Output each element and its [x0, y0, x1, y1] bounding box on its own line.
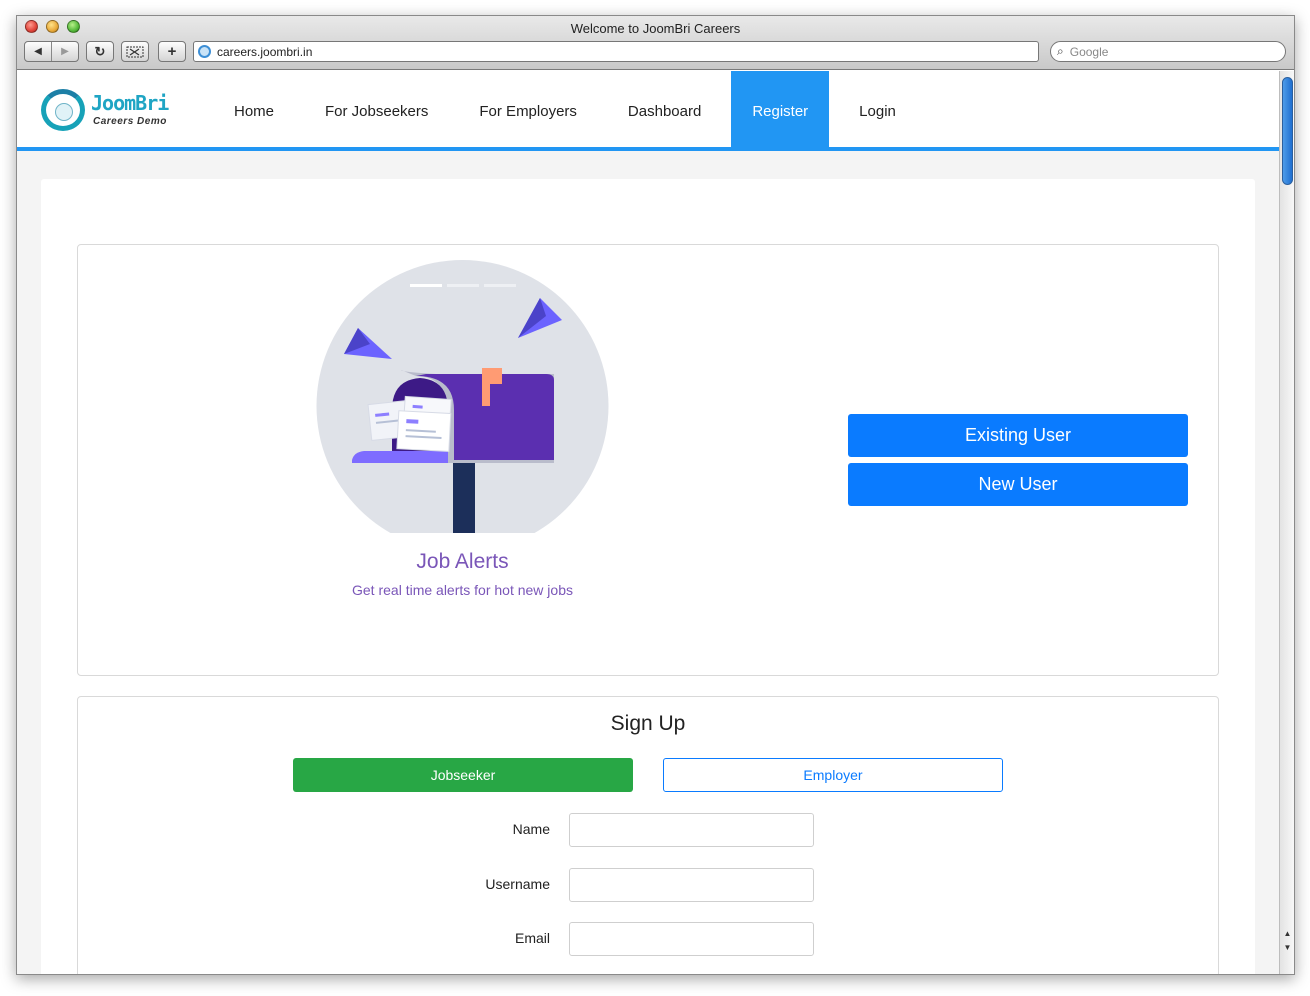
back-forward-buttons: ◀ ▶ — [24, 41, 79, 62]
address-bar[interactable]: careers.joombri.in — [193, 41, 1039, 62]
reload-button[interactable]: ↻ — [86, 41, 114, 62]
browser-window: Welcome to JoomBri Careers ◀ ▶ ↻ + caree… — [16, 15, 1295, 975]
menu-item-login[interactable]: Login — [838, 71, 917, 151]
employer-tab-button[interactable]: Employer — [663, 758, 1003, 792]
scrollbar-thumb[interactable] — [1282, 77, 1293, 185]
window-title: Welcome to JoomBri Careers — [570, 21, 741, 36]
back-arrow-icon[interactable]: ◀ — [25, 46, 51, 57]
email-row: Email — [78, 922, 1218, 956]
page-content: JoomBri Careers Demo Home For Jobseekers… — [17, 71, 1280, 974]
search-field[interactable]: ⌕ Google — [1050, 41, 1286, 62]
url-text: careers.joombri.in — [217, 44, 313, 59]
title-bar: Welcome to JoomBri Careers ◀ ▶ ↻ + caree… — [17, 16, 1294, 70]
logo-mark-icon — [41, 89, 85, 131]
search-placeholder: Google — [1069, 44, 1109, 59]
hero-title: Job Alerts — [416, 550, 509, 573]
scroll-up-arrow-icon[interactable]: ▲ — [1281, 927, 1294, 940]
menu-item-register[interactable]: Register — [731, 71, 830, 151]
name-label: Name — [512, 821, 550, 837]
name-input[interactable] — [569, 813, 814, 847]
globe-icon — [198, 45, 211, 58]
scissors-icon — [126, 46, 144, 57]
add-bookmark-button[interactable]: + — [158, 41, 186, 62]
username-input[interactable] — [569, 868, 814, 902]
existing-user-button[interactable]: Existing User — [848, 414, 1188, 457]
menu-item-for-employers[interactable]: For Employers — [458, 71, 598, 151]
menu-item-home[interactable]: Home — [213, 71, 295, 151]
search-icon: ⌕ — [1057, 44, 1064, 58]
plus-icon: + — [167, 43, 177, 60]
signup-title: Sign Up — [610, 712, 686, 735]
site-navbar: JoomBri Careers Demo Home For Jobseekers… — [17, 71, 1280, 151]
jobseeker-tab-button[interactable]: Jobseeker — [293, 758, 633, 792]
login-choice-panel: Job Alerts Get real time alerts for hot … — [77, 244, 1219, 676]
reload-icon: ↻ — [94, 43, 106, 59]
new-user-button[interactable]: New User — [848, 463, 1188, 506]
email-input[interactable] — [569, 922, 814, 956]
hero-subtitle: Get real time alerts for hot new jobs — [352, 582, 573, 598]
main-card: Job Alerts Get real time alerts for hot … — [41, 179, 1255, 974]
main-menu: Home For Jobseekers For Employers Dashbo… — [213, 71, 926, 151]
logo-name: JoomBri — [91, 91, 169, 115]
snippet-button[interactable] — [121, 41, 149, 62]
signup-panel: Sign Up Jobseeker Employer Name Username… — [77, 696, 1219, 974]
site-logo[interactable]: JoomBri Careers Demo — [41, 89, 181, 131]
name-row: Name — [78, 813, 1218, 847]
username-label: Username — [485, 876, 550, 892]
scroll-down-arrow-icon[interactable]: ▼ — [1281, 941, 1294, 954]
menu-item-dashboard[interactable]: Dashboard — [607, 71, 722, 151]
vertical-scrollbar[interactable]: ▲ ▼ — [1279, 71, 1294, 974]
logo-tagline: Careers Demo — [93, 116, 167, 127]
menu-item-for-jobseekers[interactable]: For Jobseekers — [304, 71, 449, 151]
username-row: Username — [78, 868, 1218, 902]
email-label: Email — [514, 930, 550, 946]
forward-arrow-icon[interactable]: ▶ — [52, 46, 78, 57]
mailbox-illustration — [316, 260, 609, 533]
